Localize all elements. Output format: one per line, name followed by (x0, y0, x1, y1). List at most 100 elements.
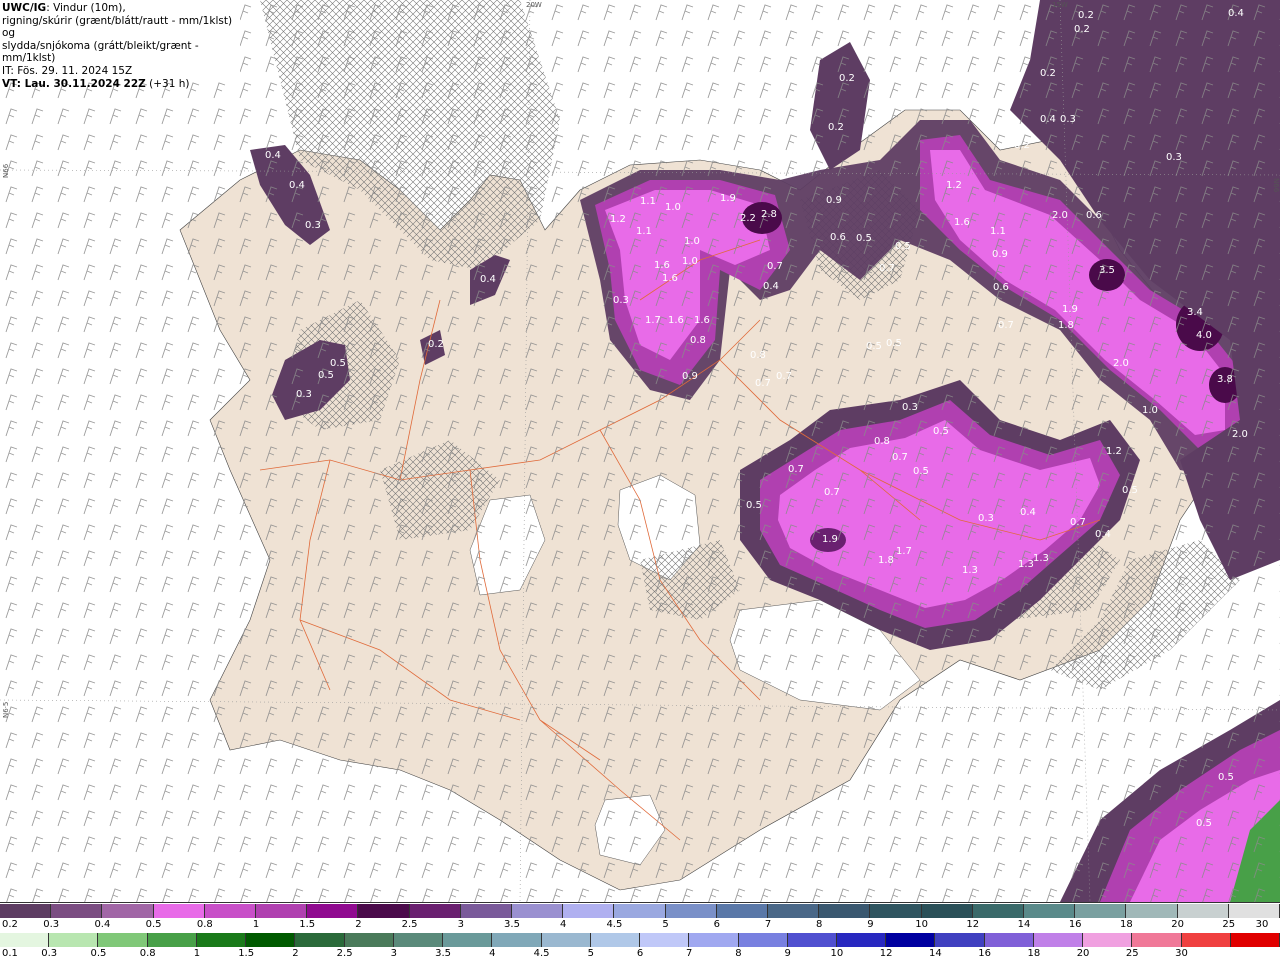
precip-label: 0.9 (992, 249, 1008, 260)
precip-label: 0.5 (886, 338, 902, 349)
coord-label-n66-left: N66 (2, 163, 10, 178)
legend-rain-swatch (492, 933, 542, 947)
precip-label: 0.2 (1078, 10, 1094, 21)
legend-rain-value: 12 (879, 948, 893, 959)
legend-rain-values: 0.1 0.3 0.5 0.8 1 1.5 2 2.5 3 3.5 4 4.5 5 6 7 8 9 10 12 14 1… (0, 948, 1280, 961)
precip-label: 1.8 (1058, 320, 1074, 331)
legend-rain-swatch (738, 933, 788, 947)
precip-label: 1.0 (665, 202, 681, 213)
legend-rain-swatch (836, 933, 887, 947)
precip-label: 0.8 (690, 335, 706, 346)
precip-label: 2.2 (740, 213, 756, 224)
precip-label: 0.6 (830, 232, 846, 243)
forecast-hour: (+31 h) (145, 77, 190, 90)
legend-rain-value: 2.5 (336, 948, 353, 959)
coord-label-15w: 15W (1052, 1, 1068, 9)
precip-label: 0.4 (1020, 507, 1036, 518)
precip-label: 1.0 (1142, 405, 1158, 416)
legend-rain-value: 14 (929, 948, 942, 959)
legend-rain-value: 9 (784, 948, 791, 959)
legend-snow-swatch (204, 904, 257, 918)
legend-rain-swatch (1230, 933, 1280, 947)
legend-rain-value: 4 (489, 948, 496, 959)
precip-label: 1.6 (662, 273, 678, 284)
legend-rain-swatch (984, 933, 1034, 947)
legend-snow-value: 7 (764, 919, 772, 930)
legend-snow-value: 2.5 (401, 919, 418, 930)
legend-rain-value: 8 (735, 948, 742, 959)
legend-snow-swatch (870, 904, 922, 918)
precip-label: 0.7 (879, 263, 895, 274)
legend-snow-swatch (409, 904, 461, 918)
legend-snow-value: 1.5 (299, 919, 316, 930)
precip-label: 0.2 (1014, 140, 1030, 151)
precip-label: 1.9 (720, 193, 736, 204)
precip-label: 1.1 (640, 196, 656, 207)
precip-label: 1.6 (694, 315, 710, 326)
legend-snow-value: 2 (355, 919, 362, 930)
precip-label: 0.4 (265, 150, 281, 161)
precip-label: 0.2 (1040, 68, 1056, 79)
precip-label: 0.3 (978, 513, 994, 524)
legend-rain-swatch (640, 933, 690, 947)
precip-label: 1.2 (946, 180, 962, 191)
precip-label: 1.9 (1062, 304, 1078, 315)
legend-rain-swatch (443, 933, 493, 947)
precip-label: 0.4 (763, 281, 779, 292)
legend-rain-swatch (147, 933, 197, 947)
init-time: IT: Fös. 29. 11. 2024 15Z (2, 64, 133, 77)
precip-label: 0.5 (866, 341, 882, 352)
legend-rain-value: 7 (686, 948, 693, 959)
legend-snow-swatch (921, 904, 973, 918)
legend-rain-swatch (590, 933, 641, 947)
legend-snow-value: 4.5 (606, 919, 623, 930)
legend-rain-swatch (886, 933, 936, 947)
model-source: UWC/IG (2, 2, 47, 14)
legend-snow-swatch (1177, 904, 1229, 918)
legend-rain-value: 0.1 (2, 948, 18, 959)
legend-rain-scale (0, 933, 1280, 947)
legend-rain-swatch (935, 933, 985, 947)
precip-label: 0.8 (750, 350, 766, 361)
legend-rain-swatch (0, 933, 50, 947)
precip-label: 3.4 (1187, 307, 1203, 318)
valid-time-line: VT: Lau. 30.11.2024 22Z (+31 h) (2, 78, 240, 91)
precip-label: 2.0 (1113, 358, 1129, 369)
precip-label: 0.5 (856, 233, 872, 244)
legend-snow-swatch (972, 904, 1025, 918)
legend-snow-value: 3 (457, 919, 464, 930)
coord-label-n65-left: N6·5 (2, 702, 10, 718)
legend-rain-value: 18 (1027, 948, 1041, 959)
legend-snow-value: 16 (1068, 919, 1082, 930)
precip-label: 0.3 (1166, 152, 1182, 163)
legend-rain-value: 20 (1076, 948, 1090, 959)
legend-snow-swatch (563, 904, 615, 918)
precip-label: 0.7 (776, 371, 792, 382)
info-title-line: UWC/IG: Vindur (10m), (2, 2, 240, 15)
legend-rain-value: 0.8 (139, 948, 156, 959)
legend-snow-swatch (51, 904, 103, 918)
legend-snow-value: 5 (662, 919, 669, 930)
legend-rain-swatch (1033, 933, 1084, 947)
legend-snow-scale (0, 904, 1280, 918)
precip-label: 0.9 (682, 371, 698, 382)
legend-snow-swatch (1024, 904, 1076, 918)
legend-snow-swatch (1228, 904, 1280, 918)
precip-label: 1.9 (822, 534, 838, 545)
precip-label: 1.6 (654, 260, 670, 271)
legend-rain-swatch (98, 933, 148, 947)
legend-snow-value: 10 (915, 919, 928, 930)
legend-rain-value: 5 (587, 948, 594, 959)
coord-label-n66-right: N66 (1272, 178, 1280, 193)
legend-snow-value: 14 (1017, 919, 1031, 930)
precip-label: 0.7 (1070, 517, 1086, 528)
legend-rain-value: 2 (292, 948, 299, 959)
legend-snow-swatch (307, 904, 359, 918)
precip-label: 0.6 (993, 282, 1009, 293)
precip-label: 1.6 (668, 315, 684, 326)
legend-rain-value: 16 (978, 948, 991, 959)
info-line-3: slydda/snjókoma (grátt/bleikt/grænt - mm… (2, 39, 199, 65)
info-line-2: rigning/skúrir (grænt/blátt/rautt - mm/1… (2, 14, 233, 40)
precip-label: 4.0 (1196, 330, 1212, 341)
legend-rain-swatch (393, 933, 444, 947)
